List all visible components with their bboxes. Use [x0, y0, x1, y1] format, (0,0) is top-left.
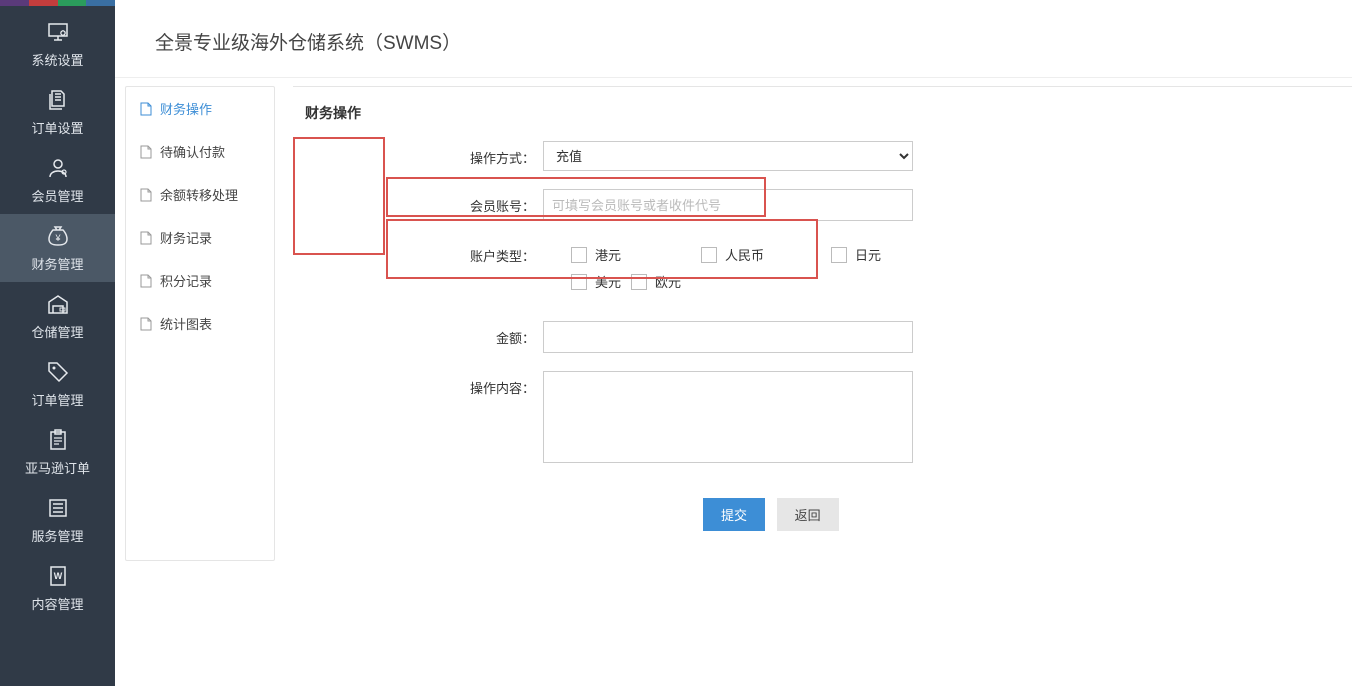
submit-button[interactable]: 提交: [703, 498, 765, 531]
warehouse-icon: [46, 292, 70, 316]
amount-label: 金额：: [453, 321, 543, 347]
document-icon: [140, 102, 152, 116]
account-type-cny[interactable]: 人民币: [701, 245, 831, 264]
account-type-label: 账户类型：: [453, 239, 543, 265]
account-type-jpy[interactable]: 日元: [831, 245, 935, 264]
main-content: 全景专业级海外仓储系统（SWMS） 财务操作 待确认付款 余额转移处理 财务记: [115, 0, 1352, 686]
panel-title: 财务操作: [293, 87, 1352, 141]
operation-content-label: 操作内容：: [453, 371, 543, 397]
checkbox-icon: [571, 247, 587, 263]
main-sidebar: 系统设置 订单设置 会员管理 ¥ 财务管理 仓储管理 订单管理 亚马逊订单 服务: [0, 0, 115, 686]
account-type-option-label: 欧元: [655, 272, 681, 291]
member-account-label: 会员账号：: [453, 189, 543, 215]
document-icon: [140, 188, 152, 202]
tag-icon: [46, 360, 70, 384]
account-type-hkd[interactable]: 港元: [571, 245, 701, 264]
svg-text:W: W: [53, 571, 62, 581]
submenu-item-points-records[interactable]: 积分记录: [126, 259, 274, 302]
sidebar-item-label: 订单设置: [31, 118, 83, 137]
sidebar-item-order-settings[interactable]: 订单设置: [0, 78, 115, 146]
submenu-item-label: 财务操作: [160, 99, 212, 118]
checkbox-icon: [701, 247, 717, 263]
checkbox-icon: [631, 274, 647, 290]
sidebar-item-label: 服务管理: [31, 526, 83, 545]
content-panel: 财务操作 操作方式： 充值: [293, 86, 1352, 561]
submenu-panel: 财务操作 待确认付款 余额转移处理 财务记录 积分记录: [125, 86, 275, 561]
sidebar-item-label: 内容管理: [31, 594, 83, 613]
svg-text:¥: ¥: [54, 233, 61, 243]
submenu-item-finance-operation[interactable]: 财务操作: [126, 87, 274, 130]
sidebar-item-system-settings[interactable]: 系统设置: [0, 10, 115, 78]
back-button[interactable]: 返回: [777, 498, 839, 531]
money-bag-icon: ¥: [46, 224, 70, 248]
member-account-input[interactable]: [543, 189, 913, 221]
sidebar-item-member-management[interactable]: 会员管理: [0, 146, 115, 214]
sidebar-item-label: 会员管理: [31, 186, 83, 205]
document-icon: [140, 317, 152, 331]
submenu-item-finance-records[interactable]: 财务记录: [126, 216, 274, 259]
account-type-option-label: 美元: [595, 272, 621, 291]
documents-icon: [46, 88, 70, 112]
submenu-item-pending-payment[interactable]: 待确认付款: [126, 130, 274, 173]
checkbox-icon: [831, 247, 847, 263]
submenu-item-label: 余额转移处理: [160, 185, 238, 204]
submenu-item-label: 统计图表: [160, 314, 212, 333]
account-type-option-label: 日元: [855, 245, 881, 264]
submenu-item-label: 待确认付款: [160, 142, 225, 161]
sidebar-item-finance-management[interactable]: ¥ 财务管理: [0, 214, 115, 282]
document-icon: [140, 145, 152, 159]
decorative-top-bars: [0, 0, 115, 6]
account-type-option-label: 人民币: [725, 245, 764, 264]
operation-content-textarea[interactable]: [543, 371, 913, 463]
submenu-item-label: 财务记录: [160, 228, 212, 247]
amount-input[interactable]: [543, 321, 913, 353]
account-type-option-label: 港元: [595, 245, 621, 264]
sidebar-item-content-management[interactable]: W 内容管理: [0, 554, 115, 622]
sidebar-item-label: 订单管理: [31, 390, 83, 409]
finance-form: 操作方式： 充值 会员账号： 账户: [293, 141, 1352, 531]
sidebar-item-amazon-orders[interactable]: 亚马逊订单: [0, 418, 115, 486]
monitor-gear-icon: [46, 20, 70, 44]
sidebar-item-label: 仓储管理: [31, 322, 83, 341]
document-icon: [140, 274, 152, 288]
sidebar-item-warehouse-management[interactable]: 仓储管理: [0, 282, 115, 350]
sidebar-item-label: 亚马逊订单: [25, 458, 90, 477]
operation-mode-select[interactable]: 充值: [543, 141, 913, 171]
word-doc-icon: W: [46, 564, 70, 588]
page-title: 全景专业级海外仓储系统（SWMS）: [115, 0, 1352, 78]
document-icon: [140, 231, 152, 245]
list-icon: [46, 496, 70, 520]
account-type-eur[interactable]: 欧元: [631, 272, 761, 291]
user-icon: [46, 156, 70, 180]
sidebar-item-order-management[interactable]: 订单管理: [0, 350, 115, 418]
account-type-usd[interactable]: 美元: [571, 272, 631, 291]
clipboard-icon: [46, 428, 70, 452]
highlight-box-labels: [293, 137, 385, 255]
sidebar-item-label: 系统设置: [31, 50, 83, 69]
checkbox-icon: [571, 274, 587, 290]
sidebar-item-label: 财务管理: [31, 254, 83, 273]
submenu-item-label: 积分记录: [160, 271, 212, 290]
operation-mode-label: 操作方式：: [453, 141, 543, 167]
submenu-item-balance-transfer[interactable]: 余额转移处理: [126, 173, 274, 216]
submenu-item-statistics[interactable]: 统计图表: [126, 302, 274, 345]
sidebar-item-service-management[interactable]: 服务管理: [0, 486, 115, 554]
